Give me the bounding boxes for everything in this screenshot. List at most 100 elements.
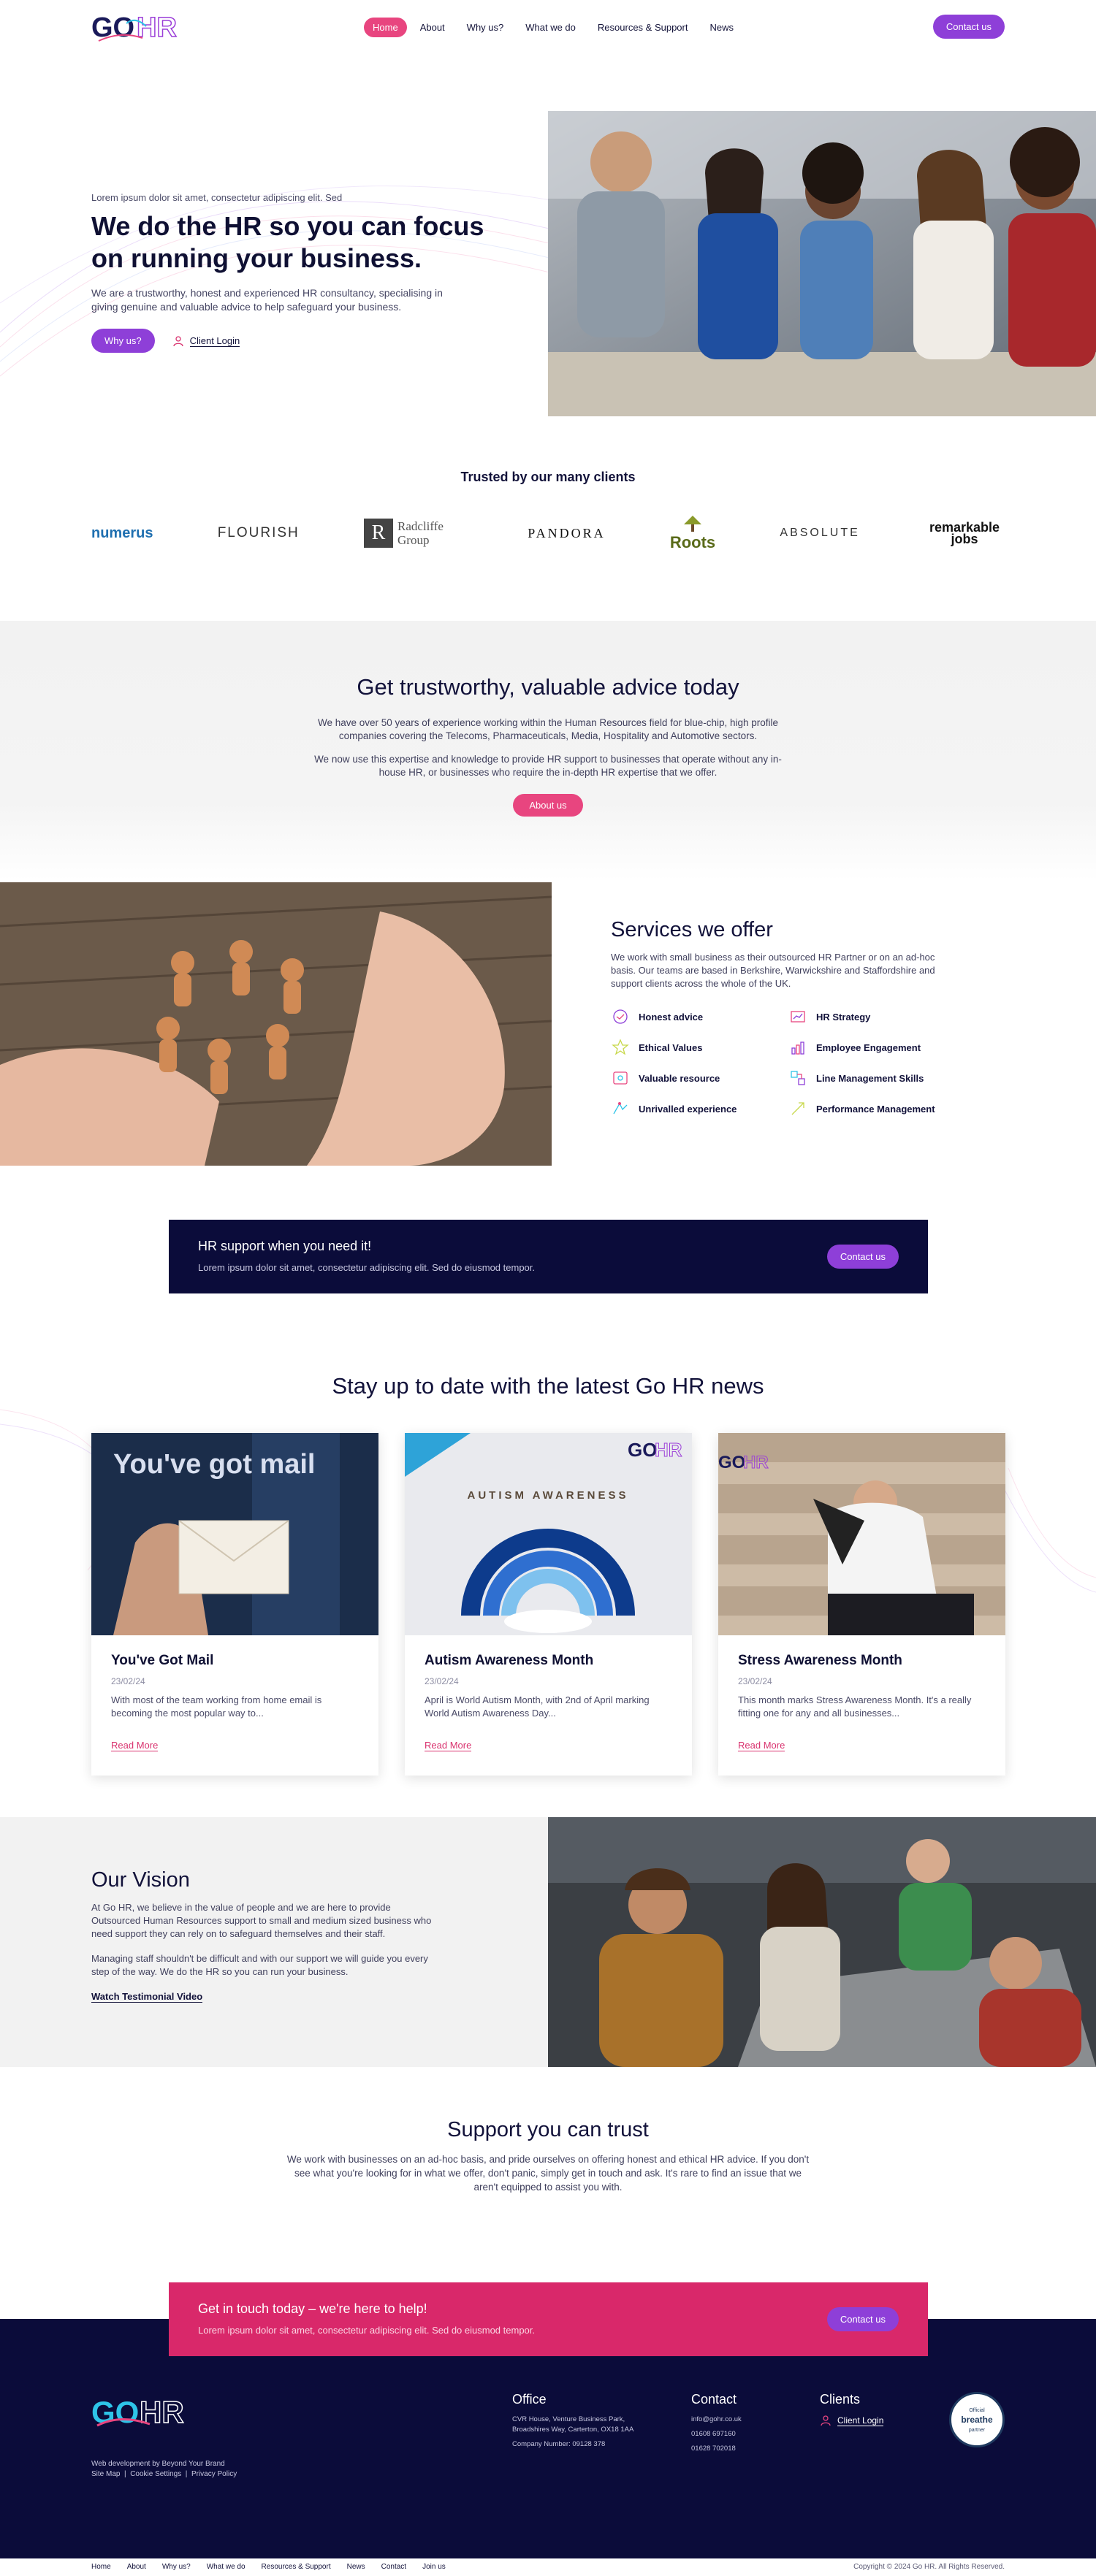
why-us-button[interactable]: Why us? xyxy=(91,329,155,353)
footer-credits: Web development by Beyond Your Brand Sit… xyxy=(91,2459,237,2480)
read-more-link[interactable]: Read More xyxy=(425,1740,472,1751)
trusted-clients-section: Trusted by our many clients numerus FLOU… xyxy=(0,442,1096,621)
service-line-management: Line Management Skills xyxy=(788,1069,966,1087)
nav-news[interactable]: News xyxy=(701,18,742,37)
nav-about[interactable]: About xyxy=(411,18,454,37)
about-us-button[interactable]: About us xyxy=(513,794,583,817)
bottom-link-contact[interactable]: Contact xyxy=(381,2563,406,2571)
news-card-excerpt: April is World Autism Month, with 2nd of… xyxy=(425,1694,650,1719)
read-more-link[interactable]: Read More xyxy=(738,1740,785,1751)
contact-email[interactable]: info@gohr.co.uk xyxy=(691,2415,742,2425)
trust-description: We work with businesses on an ad-hoc bas… xyxy=(286,2154,810,2193)
hr-support-cta: HR support when you need it! Lorem ipsum… xyxy=(169,1220,928,1293)
advice-paragraph-1: We have over 50 years of experience work… xyxy=(317,717,779,741)
news-card-image: GO HR AUTISM AWARENESS xyxy=(405,1433,692,1635)
service-unrivalled-experience: Unrivalled experience xyxy=(611,1100,788,1117)
header-contact-button[interactable]: Contact us xyxy=(932,15,1005,39)
client-logo-radcliffe: R Radcliffe Group xyxy=(364,519,463,548)
badge-line-3: partner xyxy=(969,2428,986,2433)
svg-text:GO: GO xyxy=(91,12,134,43)
autism-awareness-tiles: AUTISM AWARENESS xyxy=(468,1489,629,1502)
bottom-link-news[interactable]: News xyxy=(347,2563,365,2571)
bottom-link-what-we-do[interactable]: What we do xyxy=(207,2563,246,2571)
nav-why-us[interactable]: Why us? xyxy=(458,18,513,37)
service-label: Employee Engagement xyxy=(816,1042,921,1053)
nav-home[interactable]: Home xyxy=(364,18,407,37)
hero-text: Lorem ipsum dolor sit amet, consectetur … xyxy=(91,192,501,353)
bottom-link-about[interactable]: About xyxy=(127,2563,146,2571)
vision-text: Our Vision At Go HR, we believe in the v… xyxy=(91,1868,442,2003)
strategy-icon xyxy=(791,1011,805,1023)
site-map-link[interactable]: Site Map xyxy=(91,2470,120,2478)
watch-testimonial-link[interactable]: Watch Testimonial Video xyxy=(91,1991,203,2003)
client-login-label: Client Login xyxy=(189,335,240,347)
service-label: Performance Management xyxy=(816,1103,935,1115)
service-ethical-values: Ethical Values xyxy=(611,1039,788,1056)
svg-text:HR: HR xyxy=(137,12,177,43)
gohr-logo[interactable]: GO HR xyxy=(91,9,183,45)
news-card[interactable]: GO HR AUTISM AWARENESS Autism Awareness … xyxy=(405,1433,692,1776)
news-cards: You've got mail You've Got Mail 23/02/24… xyxy=(91,1433,1005,1776)
news-card-image: GO HR xyxy=(718,1433,1005,1635)
news-card-body: You've Got Mail 23/02/24 With most of th… xyxy=(91,1635,378,1739)
client-login-link[interactable]: Client Login xyxy=(172,335,240,347)
news-title: Stay up to date with the latest Go HR ne… xyxy=(332,1373,764,1399)
bottom-link-why-us[interactable]: Why us? xyxy=(162,2563,191,2571)
service-label: Unrivalled experience xyxy=(639,1103,737,1115)
news-card-body: Autism Awareness Month 23/02/24 April is… xyxy=(405,1635,692,1739)
news-card-title: Autism Awareness Month xyxy=(425,1653,594,1668)
roots-tree-icon xyxy=(684,516,701,532)
footer-cta-title: Get in touch today – we're here to help! xyxy=(198,2301,427,2316)
service-performance-management: Performance Management xyxy=(788,1100,966,1117)
service-label: Line Management Skills xyxy=(816,1072,924,1084)
cookie-settings-link[interactable]: Cookie Settings xyxy=(130,2470,181,2478)
news-card-title: You've Got Mail xyxy=(111,1653,214,1668)
services-list: Honest advice HR Strategy Ethical Values… xyxy=(611,1008,954,1117)
site-header: GO HR Home About Why us? What we do Reso… xyxy=(0,0,1096,55)
client-logos: numerus FLOURISH R Radcliffe Group PANDO… xyxy=(91,508,1005,559)
bottom-link-join-us[interactable]: Join us xyxy=(422,2563,446,2571)
contact-phone-2[interactable]: 01628 702018 xyxy=(691,2444,742,2454)
star-icon xyxy=(612,1039,629,1055)
vision-meeting-photo xyxy=(548,1817,1096,2067)
news-card-date: 23/02/24 xyxy=(738,1676,772,1686)
badge-line-1: Official xyxy=(969,2408,985,2413)
main-nav: Home About Why us? What we do Resources … xyxy=(364,18,742,37)
bottom-bar: Home About Why us? What we do Resources … xyxy=(0,2558,1096,2576)
handshake-icon xyxy=(613,1009,628,1024)
chart-icon xyxy=(791,1042,804,1055)
hero-description: We are a trustworthy, honest and experie… xyxy=(91,287,443,313)
hero-team-photo xyxy=(548,111,1096,416)
client-logo-roots: Roots xyxy=(670,514,715,552)
bottom-link-home[interactable]: Home xyxy=(91,2563,111,2571)
footer-gohr-logo[interactable]: GO HR xyxy=(91,2392,186,2430)
service-label: Valuable resource xyxy=(639,1072,720,1084)
privacy-policy-link[interactable]: Privacy Policy xyxy=(191,2470,237,2478)
roots-name: Roots xyxy=(669,533,716,551)
news-card[interactable]: GO HR Stress Awareness Month 23/02/24 Th… xyxy=(718,1433,1005,1776)
footer-credit: Web development by Beyond Your Brand xyxy=(91,2460,225,2468)
cta-subtitle: Lorem ipsum dolor sit amet, consectetur … xyxy=(198,1262,536,1273)
card-gohr-logo: GO xyxy=(718,1453,745,1472)
bottom-link-resources[interactable]: Resources & Support xyxy=(262,2563,331,2571)
service-label: HR Strategy xyxy=(816,1011,871,1023)
nav-what-we-do[interactable]: What we do xyxy=(517,18,585,37)
footer-contact: Contact info@gohr.co.uk 01608 697160 016… xyxy=(691,2392,742,2458)
cta-band: HR support when you need it! Lorem ipsum… xyxy=(0,1220,1096,1366)
card-gohr-logo: GO xyxy=(628,1439,657,1461)
experience-icon xyxy=(613,1102,628,1115)
read-more-link[interactable]: Read More xyxy=(111,1740,159,1751)
office-title: Office xyxy=(512,2392,547,2407)
service-honest-advice: Honest advice xyxy=(611,1008,788,1025)
services-hands-photo xyxy=(0,882,552,1166)
service-hr-strategy: HR Strategy xyxy=(788,1008,966,1025)
footer-client-login-link[interactable]: Client Login xyxy=(820,2415,884,2426)
cta-contact-button[interactable]: Contact us xyxy=(826,1245,899,1269)
footer-cta-contact-button[interactable]: Contact us xyxy=(826,2307,899,2331)
news-card[interactable]: You've got mail You've Got Mail 23/02/24… xyxy=(91,1433,378,1776)
footer-clients: Clients Client Login xyxy=(820,2392,884,2426)
contact-phone-1[interactable]: 01608 697160 xyxy=(691,2429,742,2439)
mail-headline: You've got mail xyxy=(113,1449,315,1480)
nav-resources[interactable]: Resources & Support xyxy=(589,18,697,37)
advice-paragraph-2: We now use this expertise and knowledge … xyxy=(314,754,782,778)
